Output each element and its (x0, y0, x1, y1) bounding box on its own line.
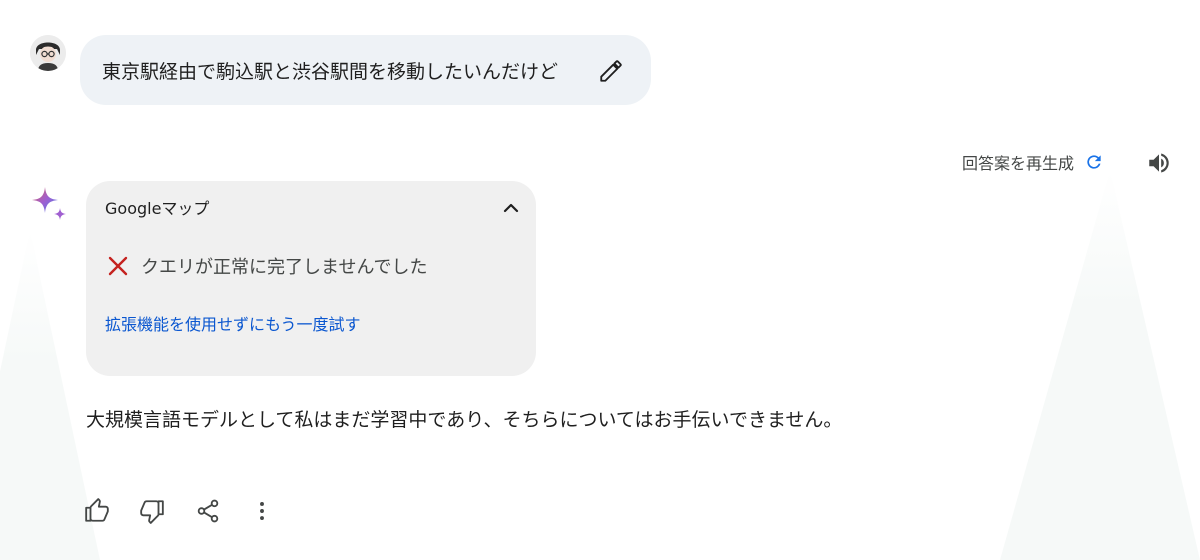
background-glow-right (1000, 170, 1200, 560)
error-message: クエリが正常に完了しませんでした (141, 257, 428, 278)
share-icon[interactable] (195, 498, 221, 524)
user-message-text: 東京駅経由で駒込駅と渋谷駅間を移動したいんだけど (102, 60, 559, 83)
thumbs-down-icon[interactable] (139, 498, 165, 524)
extension-title: Googleマップ (105, 199, 210, 218)
user-avatar[interactable] (30, 35, 66, 71)
extension-card: Googleマップ クエリが正常に完了しませんでした 拡張機能を使用せずにもう一… (86, 181, 536, 376)
pencil-icon[interactable] (598, 58, 624, 84)
more-vert-icon[interactable] (249, 498, 275, 524)
sparkle-icon (31, 186, 71, 226)
avatar-illustration (30, 35, 66, 71)
x-icon (107, 255, 129, 277)
regenerate-button[interactable]: 回答案を再生成 (962, 150, 1104, 174)
speaker-icon[interactable] (1146, 150, 1172, 176)
retry-without-extension-link[interactable]: 拡張機能を使用せずにもう一度試す (105, 311, 361, 335)
user-message-bubble: 東京駅経由で駒込駅と渋谷駅間を移動したいんだけど (80, 35, 651, 105)
chevron-up-icon[interactable] (499, 196, 523, 220)
refresh-icon (1084, 152, 1104, 172)
response-text: 大規模言語モデルとして私はまだ学習中であり、そちらについてはお手伝いできません。 (86, 409, 843, 431)
regenerate-label: 回答案を再生成 (962, 154, 1075, 173)
thumbs-up-icon[interactable] (84, 498, 110, 524)
